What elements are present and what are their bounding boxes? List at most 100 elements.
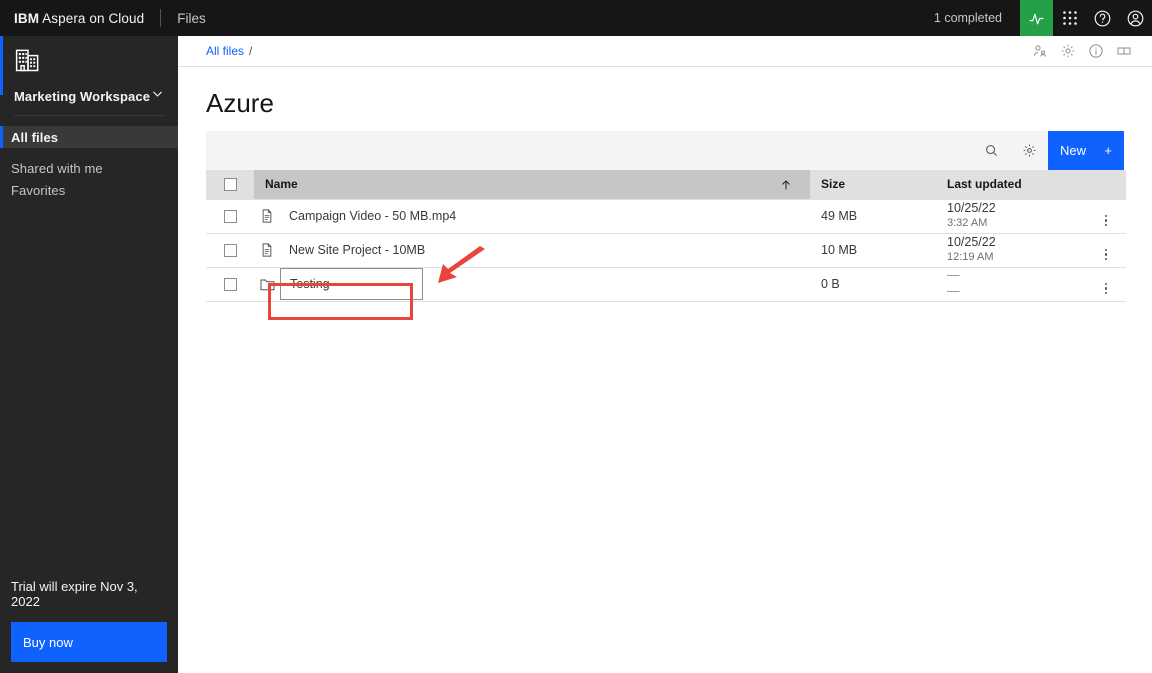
row-select-cell[interactable] [206,267,254,301]
checkbox-box [223,209,237,223]
share-members-icon[interactable] [1026,36,1054,67]
column-header-last-updated[interactable]: Last updated [936,170,1086,199]
panel-columns-icon[interactable] [1110,36,1138,67]
column-header-label: Name [265,177,298,192]
row-name-cell[interactable] [254,267,810,301]
page-title-area: Azure [178,67,1152,131]
global-header: IBM Aspera on Cloud Files 1 completed [0,0,1152,36]
row-select-cell[interactable] [206,199,254,233]
activity-icon[interactable] [1020,0,1053,36]
row-updated-cell: 10/25/22 3:32 AM [936,199,1086,233]
row-updated-cell: 10/25/22 12:19 AM [936,233,1086,267]
left-sidebar: Marketing Workspace All files Shared wit… [0,36,178,673]
sidebar-item-label: Shared with me [11,160,103,176]
brand-name: Aspera on Cloud [39,10,145,26]
trial-expiry-text: Trial will expire Nov 3, 2022 [11,579,138,609]
table-settings-gear-icon[interactable] [1010,131,1048,170]
file-name-label: New Site Project - 10MB [289,243,426,257]
table-header-row: Name Size Last updated [206,170,1126,199]
row-updated-date: — [947,268,960,283]
gear-icon[interactable] [1054,36,1082,67]
sidebar-item-label: Favorites [11,182,66,198]
sidebar-item-shared-with-me[interactable]: Shared with me [0,157,178,179]
table-row[interactable]: 0 B — — [206,267,1126,301]
workspace-name: Marketing Workspace [14,88,151,104]
row-size-cell: 10 MB [821,243,858,257]
chevron-down-icon[interactable] [151,87,164,105]
column-header-label: Size [821,177,846,192]
enterprise-buildings-icon [14,46,164,79]
trial-banner: Trial will expire Nov 3, 2022 Buy now [0,579,178,673]
row-updated-time: 12:19 AM [947,250,994,263]
row-updated-time: 3:32 AM [947,216,988,229]
product-brand[interactable]: IBM Aspera on Cloud [0,11,144,26]
file-name-label: Campaign Video - 50 MB.mp4 [289,209,457,223]
column-header-actions [1086,170,1126,199]
files-table-header: Name Size Last updated [206,170,1126,199]
header-divider [160,9,162,27]
new-button[interactable]: New + [1048,131,1124,170]
sidebar-item-favorites[interactable]: Favorites [0,179,178,201]
help-icon[interactable] [1086,0,1119,36]
folder-icon [254,276,280,293]
checkbox-box [223,243,237,257]
row-overflow-menu[interactable] [1086,267,1126,301]
breadcrumb-separator: / [249,44,253,58]
row-name-cell[interactable]: Campaign Video - 50 MB.mp4 [254,199,810,233]
breadcrumb-link-all-files[interactable]: All files [206,44,244,58]
new-button-label: New [1060,143,1087,158]
table-row[interactable]: New Site Project - 10MB 10 MB 10/25/22 1… [206,233,1126,267]
user-avatar-icon[interactable] [1119,0,1152,36]
sidebar-divider [14,115,164,116]
brand-ibm: IBM [14,10,40,26]
files-table-body: Campaign Video - 50 MB.mp4 49 MB 10/25/2… [206,199,1126,301]
files-table: Name Size Last updated Campaign Video - … [206,170,1126,302]
table-toolbar: New + [206,131,1124,170]
search-icon[interactable] [972,131,1010,170]
row-updated-time: — [947,284,960,298]
row-updated-cell: — — [936,267,1086,301]
row-updated-date: 10/25/22 [947,235,996,250]
nav-item-files[interactable]: Files [177,11,206,26]
row-size-cell: 0 B [821,277,840,291]
row-overflow-menu[interactable] [1086,233,1126,267]
plus-icon: + [1104,143,1112,158]
row-size-cell: 49 MB [821,209,858,223]
select-all-header [206,170,254,199]
breadcrumb: All files / [178,36,1152,67]
table-row[interactable]: Campaign Video - 50 MB.mp4 49 MB 10/25/2… [206,199,1126,233]
row-checkbox[interactable] [206,243,254,257]
workspace-selector[interactable]: Marketing Workspace [0,36,178,115]
main-content: All files / Azure New + Name Size Last u… [178,36,1152,673]
column-header-label: Last updated [947,177,1022,192]
sort-indicator-ascending[interactable] [762,170,810,199]
checkbox-box [223,177,237,191]
row-updated-date: 10/25/22 [947,201,996,216]
info-icon[interactable] [1082,36,1110,67]
kebab-menu-icon [1104,214,1108,226]
column-header-name[interactable]: Name [254,170,762,199]
document-icon [254,242,280,258]
app-switcher-icon[interactable] [1053,0,1086,36]
row-checkbox[interactable] [206,209,254,223]
document-icon [254,208,280,224]
file-browser: New + Name Size Last updated Campaign Vi… [178,131,1152,302]
row-overflow-menu[interactable] [1086,199,1126,233]
sidebar-item-all-files[interactable]: All files [0,126,178,148]
row-select-cell[interactable] [206,233,254,267]
checkbox-box [223,277,237,291]
kebab-menu-icon [1104,248,1108,260]
sidebar-item-label: All files [11,129,59,145]
page-title: Azure [206,88,274,118]
folder-rename-input[interactable] [280,268,423,300]
buy-now-button[interactable]: Buy now [11,622,167,662]
kebab-menu-icon [1104,282,1108,294]
select-all-checkbox[interactable] [206,177,254,191]
column-header-size[interactable]: Size [810,170,936,199]
row-checkbox[interactable] [206,277,254,291]
folder-rename-wrapper [280,268,810,300]
row-name-cell[interactable]: New Site Project - 10MB [254,233,810,267]
workspace-accent-bar [0,36,3,95]
